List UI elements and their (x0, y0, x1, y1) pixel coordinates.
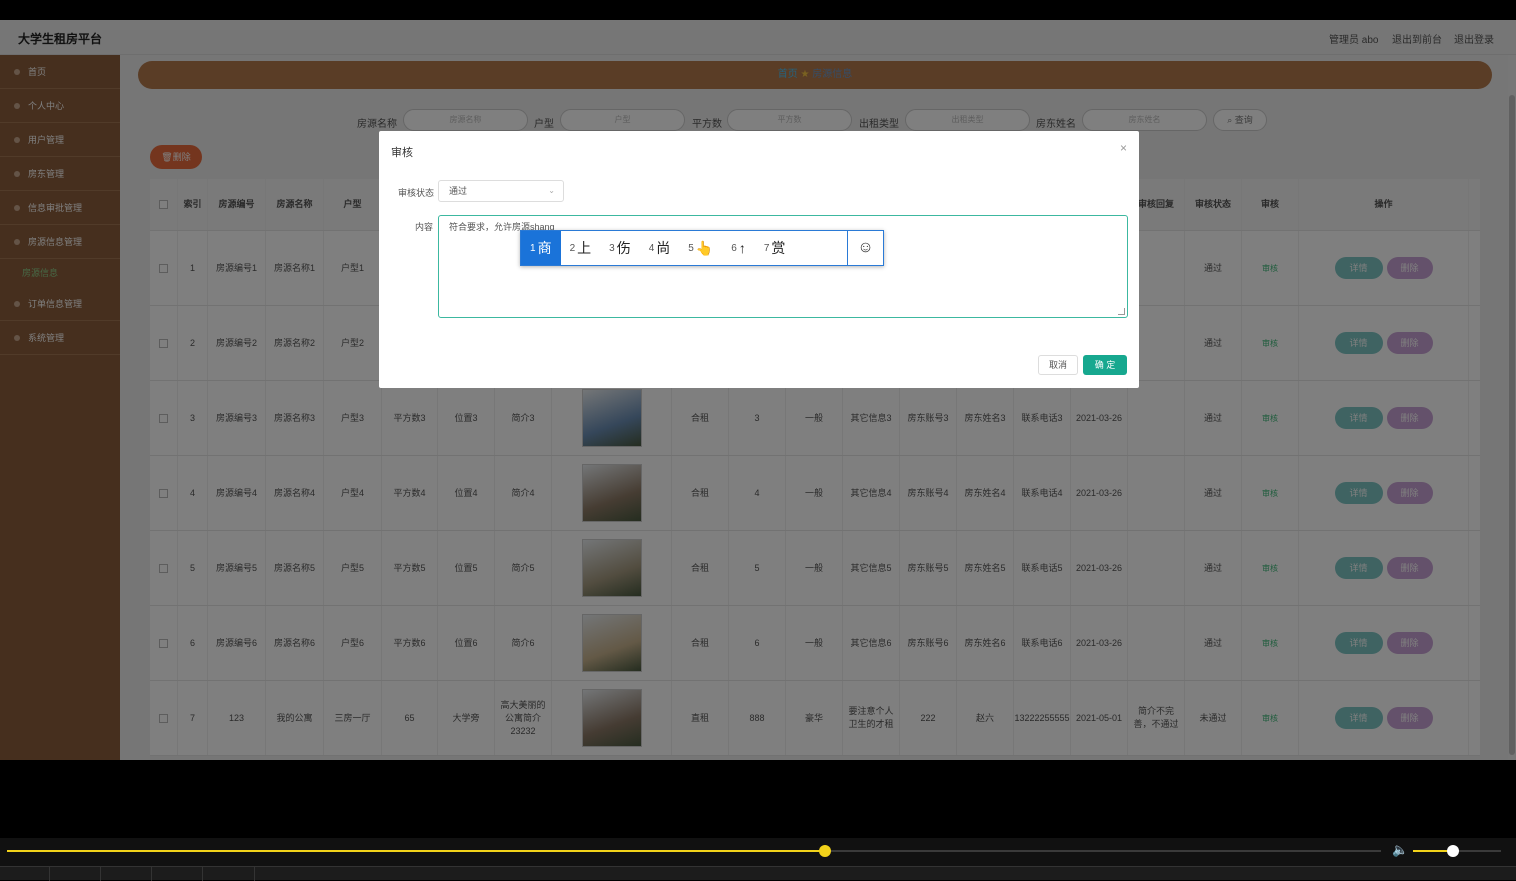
player-controls-strip (0, 866, 1516, 881)
candidate-text: 伤 (616, 240, 631, 256)
resize-handle[interactable] (1118, 308, 1125, 315)
candidate-number: 2 (569, 242, 576, 254)
candidate-text: 商 (537, 240, 552, 256)
candidate-text: 赏 (771, 240, 786, 256)
candidate-text: 👆 (695, 239, 714, 256)
control-slot[interactable] (203, 867, 255, 881)
ime-candidate[interactable]: 5 👆 (679, 231, 722, 265)
ime-candidate-bar: 1 商 2 上 3 伤 4 尚 5 👆 6 ↑ 7 赏 ☺ (520, 230, 884, 266)
ime-candidate[interactable]: 3伤 (600, 231, 640, 265)
video-player-bar: 🔈 (0, 838, 1516, 881)
content-label: 内容 (415, 222, 434, 232)
seek-bar-progress (7, 850, 825, 852)
close-icon[interactable]: × (1120, 141, 1127, 155)
candidate-number: 6 (731, 242, 737, 254)
control-slot[interactable] (50, 867, 101, 881)
control-slot[interactable] (0, 867, 50, 881)
volume-icon[interactable]: 🔈 (1392, 842, 1408, 858)
status-select-value: 通过 (449, 186, 468, 196)
confirm-button[interactable]: 确 定 (1083, 355, 1127, 375)
ime-candidate[interactable]: 4尚 (640, 231, 680, 265)
volume-handle[interactable] (1446, 845, 1459, 857)
candidate-number: 5 (688, 242, 694, 254)
seek-bar[interactable] (7, 845, 1381, 857)
ime-candidate[interactable]: 1商 (521, 231, 561, 265)
candidate-number: 1 (530, 242, 536, 254)
ime-candidate[interactable]: 2上 (561, 231, 601, 265)
candidate-number: 4 (648, 242, 655, 254)
candidate-text: ↑ (738, 240, 746, 256)
candidate-number: 7 (763, 242, 770, 254)
ime-candidate[interactable]: 7赏 (755, 231, 795, 265)
app-window: 大学生租房平台 管理员 abo 退出到前台 退出登录 首页 个人中心 用户管理 … (0, 20, 1516, 760)
dialog-title: 审核 (391, 147, 413, 159)
control-slot[interactable] (152, 867, 203, 881)
status-label: 审核状态 (398, 188, 435, 198)
control-slot[interactable] (101, 867, 152, 881)
seek-bar-handle[interactable] (818, 845, 831, 857)
volume-slider[interactable] (1413, 845, 1501, 857)
chevron-down-icon: ⌄ (548, 186, 555, 195)
candidate-number: 3 (609, 242, 615, 254)
candidate-text: 尚 (656, 240, 671, 256)
emoji-icon[interactable]: ☺ (847, 231, 883, 265)
ime-candidate[interactable]: 6 ↑ (722, 231, 755, 265)
cancel-button[interactable]: 取消 (1038, 355, 1078, 375)
candidate-text: 上 (577, 240, 592, 256)
status-select[interactable]: 通过 ⌄ (438, 180, 564, 202)
